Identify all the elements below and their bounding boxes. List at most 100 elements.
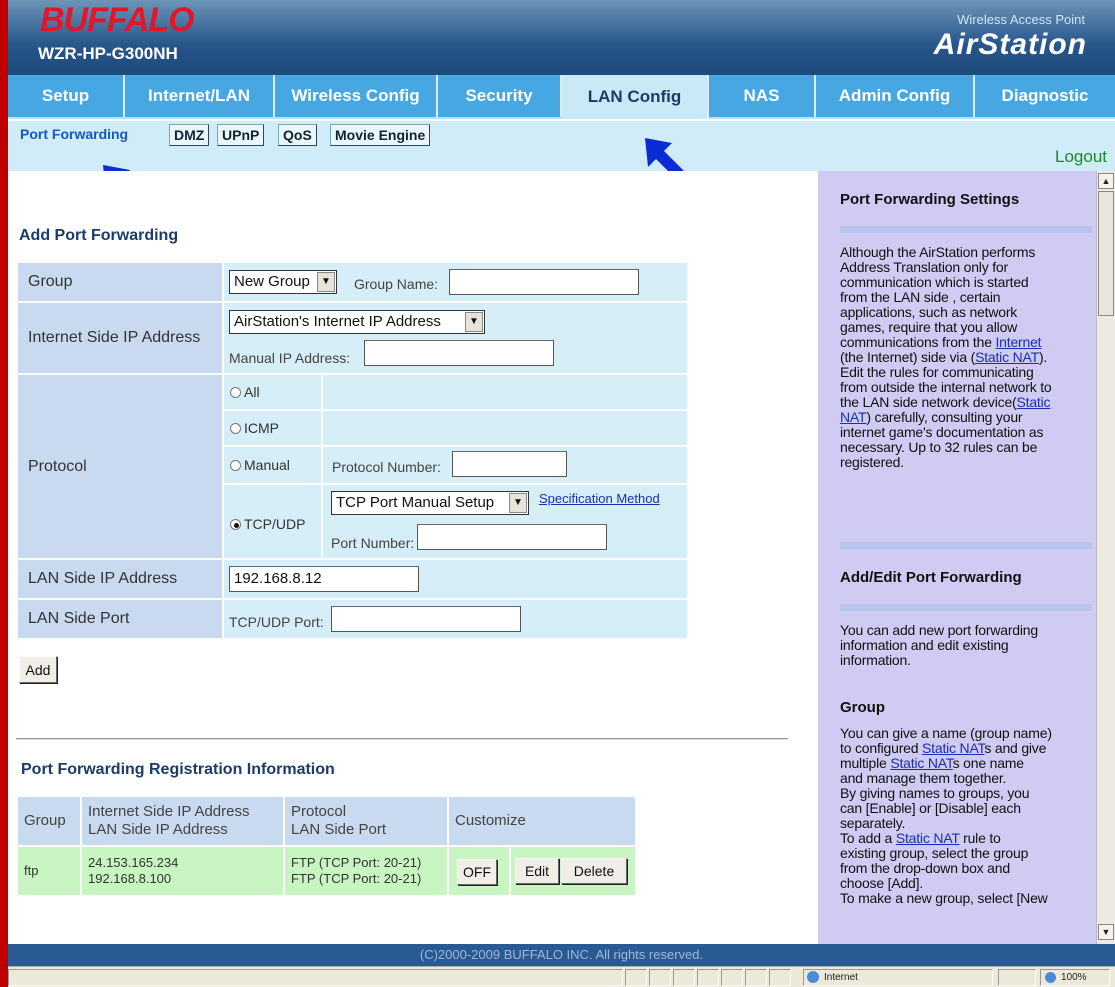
subtab-movie-engine[interactable]: Movie Engine	[330, 124, 431, 146]
radio-tcpudp[interactable]: TCP/UDP	[230, 516, 305, 532]
col-ip-line2: LAN Side IP Address	[88, 821, 228, 838]
radio-icon	[230, 423, 241, 434]
radio-icon	[230, 460, 241, 471]
manual-ip-input[interactable]	[364, 340, 554, 366]
static-nat-link[interactable]: Static NAT	[922, 740, 985, 756]
protocol-icmp-cell: ICMP	[224, 411, 321, 445]
browser-window: BUFFALO WZR-HP-G300NH Wireless Access Po…	[8, 0, 1115, 987]
logout-link[interactable]: Logout	[1055, 147, 1107, 167]
product-type: Wireless Access Point	[957, 12, 1085, 27]
status-cell	[721, 969, 743, 986]
browser-status-bar: Internet 100%	[8, 966, 1115, 987]
off-button[interactable]: OFF	[457, 859, 497, 885]
zoom-icon	[1045, 972, 1056, 983]
col-ip: Internet Side IP Address LAN Side IP Add…	[82, 797, 283, 845]
tab-security[interactable]: Security	[438, 75, 562, 117]
protocol-manual-cell: Manual	[224, 447, 321, 483]
lan-port-input[interactable]	[331, 606, 521, 632]
tab-nas[interactable]: NAS	[709, 75, 816, 117]
add-button[interactable]: Add	[19, 656, 57, 683]
tab-wireless-config[interactable]: Wireless Config	[275, 75, 438, 117]
subtab-port-forwarding[interactable]: Port Forwarding	[16, 124, 133, 146]
registration-title: Port Forwarding Registration Information	[21, 761, 335, 778]
main-content: Add Port Forwarding Group New Group ▼ Gro…	[8, 171, 818, 944]
globe-icon	[807, 971, 819, 983]
static-nat-link[interactable]: Static NAT	[975, 349, 1039, 365]
radio-icon	[230, 519, 241, 530]
protocol-icmp-empty	[323, 411, 687, 445]
protocol-all-empty	[323, 375, 687, 409]
internet-ip-label: Internet Side IP Address	[18, 303, 222, 373]
static-nat-link[interactable]: Static NAT	[896, 830, 960, 846]
protocol-number-input[interactable]	[452, 451, 567, 477]
status-cell	[769, 969, 791, 986]
col-protocol-line1: Protocol	[291, 803, 347, 820]
tab-setup[interactable]: Setup	[8, 75, 125, 117]
group-cell: New Group ▼ Group Name:	[224, 263, 687, 301]
help-sidebar: Port Forwarding Settings Although the Ai…	[818, 171, 1096, 944]
help-divider	[840, 604, 1092, 611]
tab-diagnostic[interactable]: Diagnostic	[975, 75, 1115, 117]
subtab-upnp[interactable]: UPnP	[217, 124, 265, 146]
col-protocol-line2: LAN Side Port	[291, 821, 387, 838]
tab-lan-config[interactable]: LAN Config	[562, 75, 709, 119]
static-nat-link[interactable]: Static	[1017, 394, 1051, 410]
tab-internet-lan[interactable]: Internet/LAN	[125, 75, 275, 117]
help-text-port-forwarding: Although the AirStation performs Address…	[840, 244, 1052, 470]
divider	[16, 738, 788, 740]
radio-icon	[230, 387, 241, 398]
tab-admin-config[interactable]: Admin Config	[816, 75, 975, 117]
zoom-indicator[interactable]: 100%	[1040, 969, 1110, 986]
scroll-down-icon[interactable]: ▼	[1098, 924, 1114, 940]
col-ip-line1: Internet Side IP Address	[88, 803, 250, 820]
status-cell	[697, 969, 719, 986]
status-cell	[998, 969, 1036, 986]
row-toggle-cell: OFF	[449, 847, 509, 895]
specification-method-link[interactable]: Specification Method	[539, 491, 660, 506]
row-actions-cell: Edit Delete	[511, 847, 635, 895]
sub-nav: Port Forwarding DMZ UPnP QoS Movie Engin…	[8, 121, 1115, 171]
help-title-port-forwarding: Port Forwarding Settings	[840, 191, 1020, 208]
protocol-number-label: Protocol Number:	[332, 459, 441, 475]
radio-all[interactable]: All	[230, 384, 260, 400]
lan-port-label: LAN Side Port	[18, 600, 222, 638]
help-text-group: You can give a name (group name) to conf…	[840, 725, 1052, 906]
zone-indicator: Internet	[803, 969, 993, 986]
delete-button[interactable]: Delete	[561, 858, 627, 884]
tcp-port-select[interactable]: TCP Port Manual Setup ▼	[331, 491, 529, 515]
radio-manual[interactable]: Manual	[230, 457, 290, 473]
subtab-qos[interactable]: QoS	[278, 124, 317, 146]
scroll-up-icon[interactable]: ▲	[1098, 173, 1114, 189]
scrollbar-thumb[interactable]	[1098, 191, 1114, 316]
header-banner: BUFFALO WZR-HP-G300NH Wireless Access Po…	[8, 0, 1115, 75]
group-select[interactable]: New Group ▼	[229, 270, 337, 294]
protocol-number-cell: Protocol Number:	[323, 447, 687, 483]
static-nat-link[interactable]: Static NAT	[890, 755, 953, 771]
help-scrollbar[interactable]: ▲ ▼	[1096, 171, 1115, 944]
group-name-label: Group Name:	[354, 276, 439, 292]
port-number-input[interactable]	[417, 524, 607, 550]
add-port-forwarding-title: Add Port Forwarding	[19, 227, 179, 244]
group-name-input[interactable]	[449, 269, 639, 295]
chevron-down-icon: ▼	[509, 493, 527, 513]
protocol-tcpudp-cell: TCP/UDP	[224, 485, 321, 558]
status-cell	[649, 969, 671, 986]
edit-button[interactable]: Edit	[515, 858, 559, 884]
internet-ip-select[interactable]: AirStation's Internet IP Address ▼	[229, 310, 485, 334]
protocol-all-cell: All	[224, 375, 321, 409]
help-divider	[840, 226, 1092, 233]
static-nat-link[interactable]: NAT	[840, 409, 867, 425]
row-lan-port: FTP (TCP Port: 20-21)	[291, 871, 422, 886]
status-cell	[625, 969, 647, 986]
status-cell	[745, 969, 767, 986]
row-lan-ip: 192.168.8.100	[88, 871, 172, 886]
radio-icmp[interactable]: ICMP	[230, 420, 279, 436]
lan-ip-label: LAN Side IP Address	[18, 560, 222, 598]
chevron-down-icon: ▼	[317, 272, 335, 292]
internet-link[interactable]: Internet	[995, 334, 1041, 350]
tcp-port-cell: TCP Port Manual Setup ▼ Specification Met…	[323, 485, 687, 558]
help-divider	[840, 542, 1092, 549]
subtab-dmz[interactable]: DMZ	[169, 124, 210, 146]
lan-ip-input[interactable]: 192.168.8.12	[229, 566, 419, 592]
port-number-label: Port Number:	[331, 535, 415, 551]
